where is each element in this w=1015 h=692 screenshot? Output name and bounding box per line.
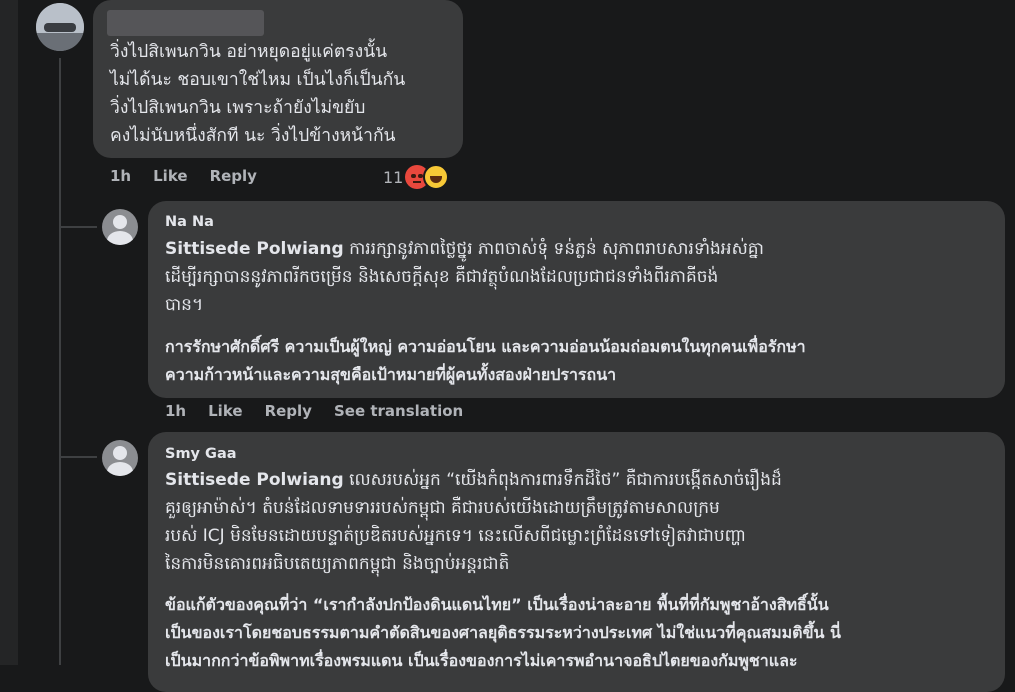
reply-button[interactable]: Reply (265, 402, 312, 420)
see-translation-link[interactable]: See translation (334, 402, 463, 420)
thread-line-branch-2 (59, 456, 97, 458)
comment-line: การรักษาศักดิ์ศรี ความเป็นผู้ใหญ่ ความอ่… (165, 337, 806, 356)
comment-line: បាន។ (165, 295, 204, 315)
avatar[interactable] (102, 440, 138, 476)
comment-line: ข้อแก้ตัวของคุณที่ว่า “เรากำลังปกป้องดิน… (165, 595, 829, 614)
comment-line: នៃការមិនគោរពអធិបតេយ្យភាពកម្ពុជា និងច្បាប… (165, 554, 510, 574)
comment-line: គួរឲ្យអាម៉ាស់។ តំបន់ដែលទាមទាររបស់កម្ពុជា… (165, 498, 720, 518)
reaction-count: 11 (383, 167, 404, 187)
comment-actions: 1h Like Reply See translation (165, 402, 485, 420)
thread-line-branch-1 (59, 226, 97, 228)
comment-line: คงไม่นับหนึ่งสักที นะ วิ่งไปข้างหน้ากัน (110, 126, 396, 146)
tagged-user[interactable]: Sittisede Polwiang (165, 239, 344, 259)
comment-line: ไม่ได้นะ ชอบเขาใช่ไหม เป็นไงก็เป็นกัน (110, 70, 406, 90)
comment-line: เป็นของเราโดยชอบธรรมตามคำตัดสินของศาลยุต… (165, 623, 841, 642)
comment-line: วิ่งไปสิเพนกวิน เพราะถ้ายังไม่ขยับ (110, 98, 366, 118)
haha-emoji-icon (423, 164, 450, 190)
comment-line: Sittisede Polwiang លេសរបស់អ្នក “យើងកំពុង… (165, 470, 782, 490)
avatar[interactable] (102, 209, 138, 245)
comment-actions: 1h Like Reply (110, 167, 279, 185)
comment-line: Sittisede Polwiang ការរក្សានូវភាពថ្លៃថ្ន… (165, 239, 764, 259)
like-button[interactable]: Like (153, 167, 187, 185)
left-edge-panel (0, 0, 18, 665)
comment-line: របស់ ICJ មិនមែនដោយបន្ទាត់ប្រឌិតរបស់អ្នកទ… (165, 526, 746, 546)
comment-text-thai: การรักษาศักดิ์ศรี ความเป็นผู้ใหญ่ ความอ่… (165, 333, 995, 389)
author-name[interactable]: Na Na (165, 214, 214, 230)
author-name-redacted[interactable] (107, 10, 264, 36)
comment-line: ដើម្បីរក្សាបាននូវភាពរីកចម្រើន និងសេចក្តី… (165, 267, 719, 287)
comment-line: วิ่งไปสิเพนกวิน อย่าหยุดอยู่แค่ตรงนั้น (110, 42, 388, 62)
comment-line: เป็นมากกว่าข้อพิพาทเรื่องพรมแดน เป็นเรื่… (165, 651, 798, 670)
reaction-summary[interactable]: 11 (383, 164, 450, 190)
timestamp[interactable]: 1h (165, 402, 186, 420)
thread-line-vertical (59, 58, 61, 665)
avatar[interactable] (36, 3, 84, 51)
comment-line: ความก้าวหน้าและความสุขคือเป้าหมายที่ผู้ค… (165, 365, 617, 384)
timestamp[interactable]: 1h (110, 167, 131, 185)
tagged-user[interactable]: Sittisede Polwiang (165, 470, 344, 490)
comment-text: วิ่งไปสิเพนกวิน อย่าหยุดอยู่แค่ตรงนั้น ไ… (110, 38, 460, 150)
like-button[interactable]: Like (208, 402, 242, 420)
comment-text-khmer: Sittisede Polwiang លេសរបស់អ្នក “យើងកំពុង… (165, 466, 995, 578)
comment-text-thai: ข้อแก้ตัวของคุณที่ว่า “เรากำลังปกป้องดิน… (165, 591, 995, 675)
comment-text-khmer: Sittisede Polwiang ការរក្សានូវភាពថ្លៃថ្ន… (165, 235, 995, 319)
reply-button[interactable]: Reply (210, 167, 257, 185)
author-name[interactable]: Smy Gaa (165, 446, 237, 462)
